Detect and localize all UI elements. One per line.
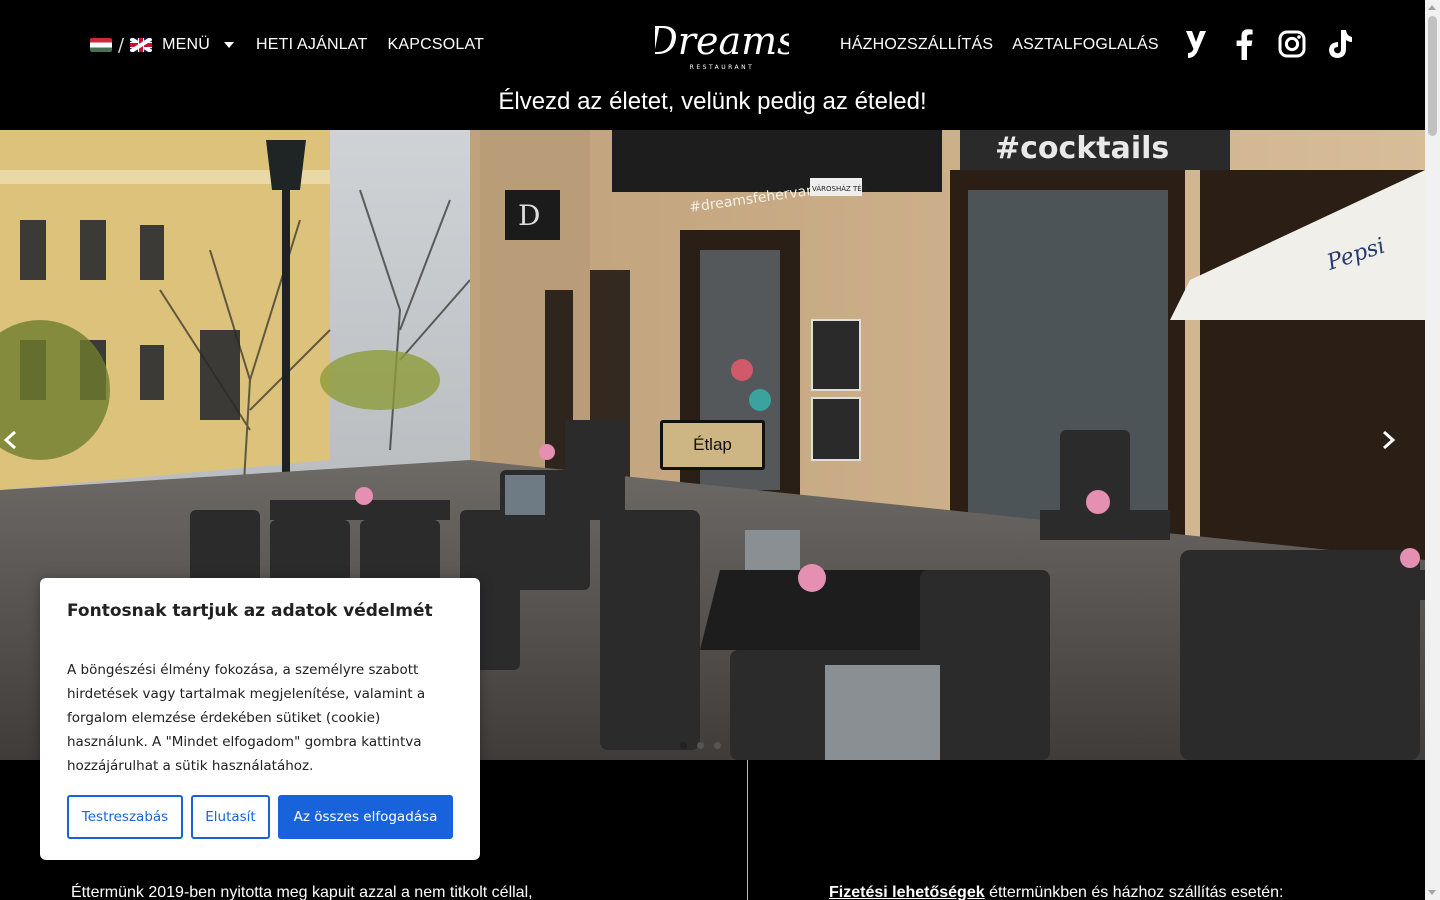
slide-dot[interactable] xyxy=(714,742,721,749)
nav-right: HÁZHOZSZÁLLÍTÁS ASZTALFOGLALÁS xyxy=(840,30,1178,60)
next-slide-arrow-icon[interactable] xyxy=(1382,430,1422,460)
payment-text: Fizetési lehetőségek éttermünkben és ház… xyxy=(829,884,1283,900)
street-sign: VÁROSHÁZ TÉR xyxy=(812,184,867,193)
nav-weekly-offer[interactable]: HETI AJÁNLAT xyxy=(256,36,367,54)
menu-dropdown[interactable]: MENÜ xyxy=(162,36,234,54)
hungarian-flag-icon[interactable] xyxy=(90,38,112,52)
facebook-icon[interactable] xyxy=(1228,28,1260,60)
caret-down-icon xyxy=(224,42,234,48)
instagram-icon[interactable] xyxy=(1276,28,1308,60)
section-divider xyxy=(747,760,748,900)
yelp-icon[interactable] xyxy=(1180,28,1212,60)
prev-slide-arrow-icon[interactable] xyxy=(3,430,43,460)
nav-contact[interactable]: KAPCSOLAT xyxy=(387,36,484,54)
tiktok-icon[interactable] xyxy=(1324,28,1356,60)
payment-text-rest: éttermünkben és házhoz szállítás esetén: xyxy=(984,884,1284,900)
language-separator: / xyxy=(118,34,125,56)
slide-dot[interactable] xyxy=(697,742,704,749)
scroll-down-arrow-icon[interactable] xyxy=(1428,890,1436,895)
nav-left: / MENÜ HETI AJÁNLAT KAPCSOLAT xyxy=(90,30,484,60)
dreams-logo[interactable]: Dreams RESTAURANT xyxy=(655,14,789,72)
customize-button[interactable]: Testreszabás xyxy=(67,795,183,839)
logo-subtext: RESTAURANT xyxy=(690,64,755,71)
scroll-up-arrow-icon[interactable] xyxy=(1428,5,1436,10)
nav-delivery[interactable]: HÁZHOZSZÁLLÍTÁS xyxy=(840,36,993,54)
slide-dot[interactable] xyxy=(680,742,687,749)
scrollbar-thumb[interactable] xyxy=(1428,16,1437,136)
about-text: Éttermünk 2019-ben nyitotta meg kapuit a… xyxy=(71,884,533,900)
cookie-title: Fontosnak tartjuk az adatok védelmét xyxy=(67,601,433,621)
tagline: Élvezd az életet, velünk pedig az ételed… xyxy=(498,88,927,115)
menu-cta-button[interactable]: Étlap xyxy=(660,420,765,470)
nav-reservation[interactable]: ASZTALFOGLALÁS xyxy=(1012,36,1159,54)
cocktails-sign: #cocktails xyxy=(995,131,1169,166)
cookie-consent-banner: Fontosnak tartjuk az adatok védelmét A b… xyxy=(40,578,480,860)
menu-label: MENÜ xyxy=(162,36,210,53)
site-header: / MENÜ HETI AJÁNLAT KAPCSOLAT Dreams RES… xyxy=(0,0,1425,130)
logo-text: Dreams xyxy=(655,19,789,63)
accept-all-button[interactable]: Az összes elfogadása xyxy=(278,795,453,839)
page-scrollbar[interactable] xyxy=(1425,0,1440,900)
svg-text:D: D xyxy=(518,199,540,232)
payment-label[interactable]: Fizetési lehetőségek xyxy=(829,884,985,900)
slider-dots xyxy=(680,742,721,749)
english-flag-icon[interactable] xyxy=(130,38,153,52)
page: / MENÜ HETI AJÁNLAT KAPCSOLAT Dreams RES… xyxy=(0,0,1440,900)
reject-button[interactable]: Elutasít xyxy=(191,795,270,839)
cookie-body: A böngészési élmény fokozása, a személyr… xyxy=(67,662,426,774)
